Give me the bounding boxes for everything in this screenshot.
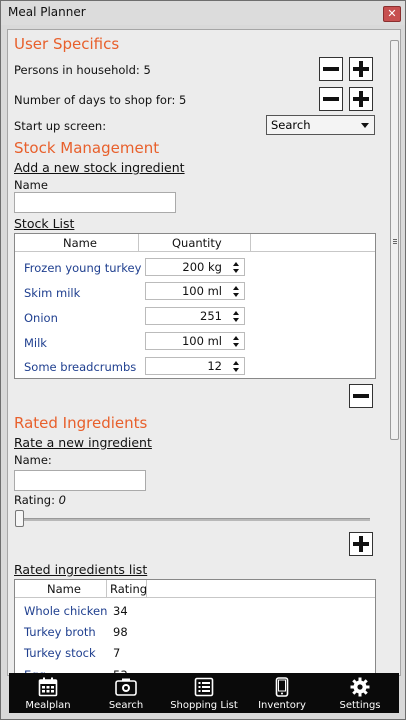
days-label: Number of days to shop for: 5 — [14, 93, 187, 107]
grip-line — [393, 243, 397, 244]
nav-label: Search — [108, 700, 144, 711]
column-divider — [106, 580, 107, 597]
stock-item-name: Skim milk — [24, 286, 81, 300]
nav-search[interactable]: Search — [87, 673, 165, 713]
rated-name-input[interactable] — [14, 470, 146, 491]
rated-name-label: Name: — [14, 453, 52, 467]
spin-down-icon[interactable] — [233, 368, 239, 372]
rated-ingredients-heading: Rated Ingredients — [14, 414, 148, 432]
rated-column-name[interactable]: Name — [47, 582, 81, 596]
rated-list-grid[interactable]: Name Rating Whole chicken 34 Turkey brot… — [14, 579, 376, 675]
rated-item-rating: 7 — [113, 646, 121, 660]
rated-item-rating: 34 — [113, 604, 128, 618]
window-title: Meal Planner — [8, 5, 86, 19]
quantity-stepper[interactable]: 251 — [145, 307, 245, 325]
stock-column-name[interactable]: Name — [63, 236, 97, 250]
rate-ingredient-link[interactable]: Rate a new ingredient — [14, 435, 152, 450]
startup-screen-select[interactable]: Search — [266, 115, 375, 135]
persons-decrease-button[interactable] — [319, 57, 343, 81]
stock-item-name: Milk — [24, 336, 47, 350]
days-increase-button[interactable] — [349, 87, 373, 111]
title-bar: Meal Planner ✕ — [1, 1, 405, 25]
rating-slider-track[interactable] — [18, 518, 370, 521]
quantity-value: 100 ml — [181, 334, 222, 348]
quantity-stepper[interactable]: 100 ml — [145, 332, 245, 350]
nav-mealplan[interactable]: Mealplan — [9, 673, 87, 713]
stock-item-name: Onion — [24, 311, 58, 325]
grip-line — [393, 239, 397, 240]
stock-list-grid[interactable]: Name Quantity Frozen young turkey 200 kg… — [14, 233, 376, 379]
persons-label: Persons in household: 5 — [14, 63, 151, 77]
stock-name-input[interactable] — [14, 192, 176, 213]
nav-label: Mealplan — [25, 700, 71, 711]
rated-list-link[interactable]: Rated ingredients list — [14, 562, 147, 577]
calendar-icon — [38, 677, 58, 697]
stock-item-name: Frozen young turkey — [24, 261, 142, 275]
nav-label: Inventory — [258, 700, 306, 711]
spin-down-icon[interactable] — [233, 318, 239, 322]
stock-list-link[interactable]: Stock List — [14, 216, 74, 231]
rated-column-rating[interactable]: Rating — [110, 582, 147, 596]
vertical-scrollbar[interactable] — [390, 40, 400, 675]
rated-grid-header: Name Rating — [15, 580, 375, 598]
spin-up-icon[interactable] — [233, 361, 239, 365]
chevron-down-icon — [361, 123, 369, 128]
quantity-value: 12 — [207, 359, 222, 373]
spin-up-icon[interactable] — [233, 311, 239, 315]
startup-select-value: Search — [271, 118, 311, 132]
quantity-stepper[interactable]: 100 ml — [145, 282, 245, 300]
stock-item-name: Some breadcrumbs — [24, 360, 137, 374]
rated-item-rating: 98 — [113, 625, 128, 639]
rating-value: 0 — [58, 493, 66, 507]
close-button[interactable]: ✕ — [383, 6, 401, 22]
nav-inventory[interactable]: Inventory — [243, 673, 321, 713]
nav-shopping-list[interactable]: Shopping List — [165, 673, 243, 713]
spin-down-icon[interactable] — [233, 343, 239, 347]
nav-label: Shopping List — [170, 700, 238, 711]
add-rated-ingredient-button[interactable] — [349, 532, 373, 556]
phone-icon — [275, 677, 289, 697]
days-decrease-button[interactable] — [319, 87, 343, 111]
remove-stock-button[interactable] — [349, 384, 373, 408]
gear-icon — [350, 677, 370, 697]
rated-item-name: Turkey broth — [24, 625, 96, 639]
stock-grid-header: Name Quantity — [15, 234, 375, 252]
settings-panel[interactable]: User Specifics Persons in household: 5 N… — [7, 29, 401, 676]
rating-slider-handle[interactable] — [15, 510, 24, 527]
rating-label-text: Rating: — [14, 493, 55, 507]
search-icon — [115, 678, 137, 696]
quantity-value: 251 — [200, 309, 222, 323]
persons-increase-button[interactable] — [349, 57, 373, 81]
column-divider — [250, 234, 251, 251]
rating-label: Rating: 0 — [14, 493, 66, 507]
spin-up-icon[interactable] — [233, 336, 239, 340]
add-stock-ingredient-link[interactable]: Add a new stock ingredient — [14, 160, 185, 175]
nav-settings[interactable]: Settings — [321, 673, 399, 713]
quantity-stepper[interactable]: 200 kg — [145, 258, 245, 276]
quantity-stepper[interactable]: 12 — [145, 357, 245, 375]
spin-up-icon[interactable] — [233, 286, 239, 290]
spin-down-icon[interactable] — [233, 293, 239, 297]
grip-line — [393, 241, 397, 242]
rated-item-name: Whole chicken — [24, 604, 108, 618]
nav-label: Settings — [339, 700, 381, 711]
quantity-value: 200 kg — [182, 260, 222, 274]
scrollbar-thumb[interactable] — [390, 40, 399, 440]
rated-item-name: Turkey stock — [24, 646, 96, 660]
quantity-value: 100 ml — [181, 284, 222, 298]
startup-label: Start up screen: — [14, 119, 107, 133]
stock-management-heading: Stock Management — [14, 139, 160, 157]
spin-down-icon[interactable] — [233, 269, 239, 273]
app-window: Meal Planner ✕ User Specifics Persons in… — [0, 0, 406, 720]
stock-column-quantity[interactable]: Quantity — [172, 236, 222, 250]
stock-name-label: Name — [14, 178, 48, 192]
column-divider — [138, 234, 139, 251]
column-divider — [146, 580, 147, 597]
user-specifics-heading: User Specifics — [14, 35, 120, 53]
bottom-nav-bar: Mealplan Search Shopping List Inventory … — [9, 673, 399, 713]
spin-up-icon[interactable] — [233, 262, 239, 266]
list-icon — [194, 677, 214, 697]
